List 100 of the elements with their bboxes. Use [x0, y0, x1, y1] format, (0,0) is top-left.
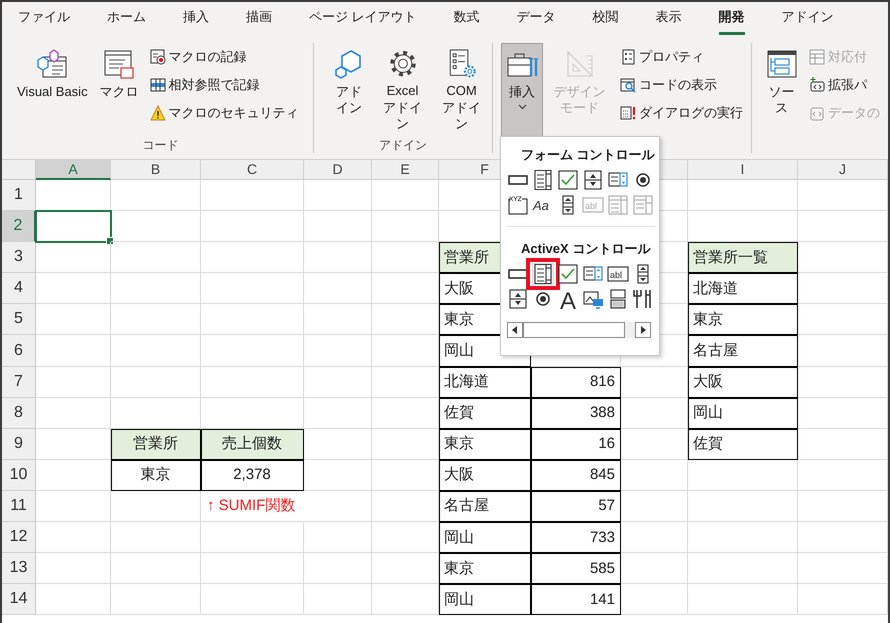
checkbox-icon[interactable] [557, 169, 579, 191]
row-header[interactable]: 6 [2, 335, 36, 367]
column-header[interactable]: D [304, 160, 372, 180]
spin-button-icon[interactable] [507, 288, 529, 310]
xml-refresh-icon [809, 105, 825, 121]
ribbon-tab[interactable]: ファイル [18, 2, 70, 35]
row-header[interactable]: 12 [2, 522, 36, 554]
table-cell: 東京 [688, 304, 798, 336]
label-icon[interactable]: A [557, 288, 579, 310]
row-header[interactable]: 4 [2, 273, 36, 304]
label-icon[interactable]: Aa [532, 194, 554, 216]
ribbon-tab[interactable]: 挿入 [183, 2, 209, 35]
table-cell: 売上個数 [201, 428, 304, 460]
table-cell: 営業所 [111, 428, 201, 460]
macro-list-icon [103, 48, 136, 80]
row-header[interactable]: 13 [2, 553, 36, 584]
scrollbar-thumb[interactable] [523, 322, 625, 338]
table-cell: 岡山 [439, 584, 531, 616]
scroll-right-icon[interactable] [635, 322, 651, 338]
ribbon-button[interactable]: コードの表示 [616, 73, 747, 97]
ribbon-button[interactable]: 拡張パ [805, 73, 884, 97]
code-window-icon [36, 48, 68, 80]
group-label: コード [142, 137, 180, 153]
ribbon-button[interactable]: ダイアログの実行 [616, 101, 747, 125]
ribbon-tab[interactable]: データ [516, 2, 556, 35]
table-cell: 57 [531, 490, 621, 522]
table-cell: 141 [531, 584, 621, 616]
row-header[interactable]: 11 [2, 490, 36, 522]
table-cell: 2,378 [201, 460, 304, 491]
ribbon-button[interactable]: Visual Basic [12, 43, 93, 137]
combo-box-icon[interactable] [532, 169, 554, 191]
group-label: アドイン [378, 137, 428, 153]
column-header[interactable]: C [201, 160, 304, 180]
ribbon-tab[interactable]: アドイン [782, 2, 834, 35]
table-cell: 岡山 [439, 522, 531, 554]
magnifier-window-icon [620, 77, 636, 93]
table-cell: 佐賀 [439, 398, 531, 429]
table-cell: 北海道 [688, 273, 798, 304]
table-cell: 東京 [439, 553, 531, 584]
window-boxes-icon [766, 48, 798, 80]
column-header[interactable]: J [798, 160, 888, 180]
row-header[interactable]: 7 [2, 366, 36, 398]
ribbon-button[interactable]: 相対参照で記録 [146, 73, 303, 97]
ribbon-button[interactable]: 挿入 [501, 43, 543, 137]
ribbon-tab[interactable]: 校閲 [592, 2, 619, 35]
scroll-left-icon[interactable] [507, 322, 523, 338]
ribbon-button[interactable]: マクロのセキュリティ [146, 101, 303, 125]
tools-icon[interactable] [632, 288, 654, 310]
scrollbar-track [625, 322, 635, 338]
ribbon-button[interactable]: マクロの記録 [146, 45, 303, 69]
row-header[interactable]: 2 [2, 211, 36, 242]
ribbon-tab[interactable]: 表示 [656, 2, 682, 35]
caret-icon [518, 104, 526, 110]
table-icon [809, 49, 825, 65]
table-cell: 816 [531, 366, 621, 398]
ribbon-tab[interactable]: 数式 [454, 2, 480, 35]
table-cell: 東京 [439, 428, 531, 460]
column-header[interactable]: I [688, 160, 798, 180]
row-header[interactable]: 14 [2, 584, 36, 616]
table-cell: 733 [531, 522, 621, 554]
table-cell: 大阪 [439, 460, 531, 491]
table-cell: 388 [531, 398, 621, 429]
table-cell: 16 [531, 428, 621, 460]
properties-icon [620, 49, 636, 65]
row-header[interactable]: 8 [2, 398, 36, 429]
row-header[interactable]: 3 [2, 242, 36, 274]
ribbon-button[interactable]: アドイン [328, 43, 370, 137]
ribbon-button[interactable]: マクロ [94, 43, 144, 137]
dialog-alert-icon [620, 105, 636, 121]
checkbox-icon[interactable] [557, 263, 579, 285]
column-header[interactable]: A [36, 160, 111, 180]
table-cell: 大阪 [688, 366, 798, 398]
table-grid-icon [150, 77, 166, 93]
column-header[interactable]: B [111, 160, 201, 180]
table-cell: 岡山 [688, 398, 798, 429]
ribbon-button[interactable]: COM アドイン [435, 43, 488, 137]
row-header[interactable]: 5 [2, 304, 36, 336]
record-icon [150, 49, 166, 65]
table-cell: 佐賀 [688, 428, 798, 460]
ribbon-button[interactable]: プロパティ [616, 45, 747, 69]
table-cell: 名古屋 [439, 490, 531, 522]
ribbon-button[interactable]: ソース [760, 43, 803, 137]
ribbon-tab[interactable]: 描画 [246, 2, 272, 35]
table-cell: 営業所一覧 [688, 242, 798, 274]
ribbon-tab[interactable]: ホーム [107, 2, 146, 35]
row-header[interactable]: 1 [2, 180, 36, 212]
ribbon-button[interactable]: Excel アドイン [376, 43, 429, 137]
row-header[interactable]: 9 [2, 428, 36, 460]
combo-box-icon[interactable] [532, 263, 554, 285]
row-header[interactable]: 10 [2, 460, 36, 491]
select-all-corner[interactable] [2, 160, 36, 180]
table-cell: 名古屋 [688, 335, 798, 367]
table-cell: 585 [531, 553, 621, 584]
spin-button-icon[interactable] [582, 169, 604, 191]
table-cell: 東京 [111, 460, 201, 491]
xml-pack-icon [809, 77, 825, 93]
ribbon-tab[interactable]: ページ レイアウト [309, 2, 417, 35]
warning-icon [150, 105, 166, 121]
column-header[interactable]: E [372, 160, 439, 180]
table-cell: 北海道 [439, 366, 531, 398]
